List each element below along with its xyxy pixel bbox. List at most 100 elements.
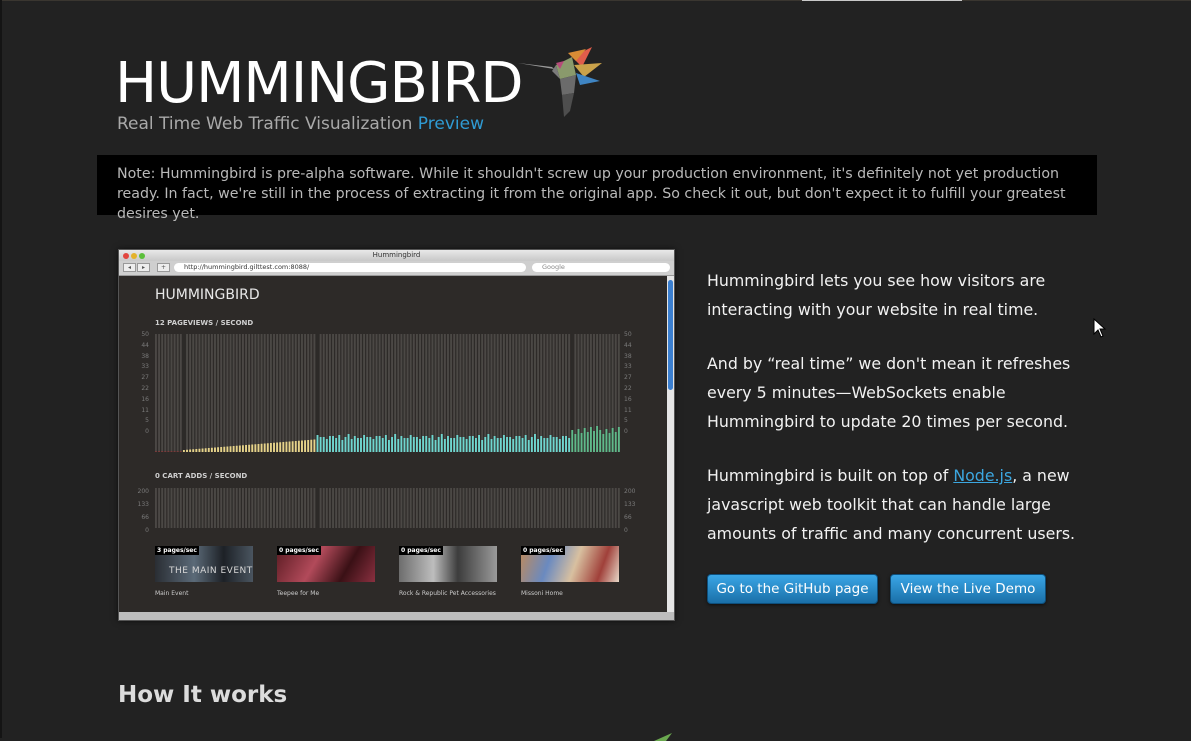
pageviews-bar <box>356 438 359 452</box>
cart-track <box>372 488 375 528</box>
pageviews-track <box>363 334 366 452</box>
pageviews-tick-label: 11 <box>141 406 149 414</box>
pageviews-bar <box>341 440 344 452</box>
cart-track <box>493 488 496 528</box>
pageviews-bar <box>490 439 493 452</box>
app-view: HUMMINGBIRD 12 PAGEVIEWS / SECOND 50 44 38… <box>119 276 667 620</box>
cart-track <box>586 488 589 528</box>
cart-track <box>474 488 477 528</box>
product-image: 0 pages/sec <box>277 546 375 582</box>
pageviews-bar <box>297 440 300 452</box>
pageviews-bar <box>474 438 477 452</box>
cart-track <box>388 488 390 528</box>
app-title: HUMMINGBIRD <box>155 287 260 303</box>
pageviews-tick-label: 50 <box>141 331 149 338</box>
cart-track <box>549 488 552 528</box>
pageviews-bar <box>223 446 226 452</box>
pageviews-bar <box>158 451 161 452</box>
product-card: 0 pages/sec Teepee for Me <box>277 546 375 597</box>
live-demo-button[interactable]: View the Live Demo <box>890 574 1046 604</box>
nodejs-link[interactable]: Node.js <box>953 466 1012 485</box>
pageviews-bar <box>350 439 353 452</box>
cart-track <box>397 488 400 528</box>
pageviews-bar <box>344 437 347 452</box>
pageviews-bar <box>260 443 263 452</box>
pageviews-track <box>490 334 493 452</box>
close-dot-icon <box>123 253 129 259</box>
pageviews-bar <box>574 434 577 452</box>
pageviews-bar <box>279 442 282 452</box>
cart-tick-label: 0 <box>145 527 149 534</box>
pageviews-bar <box>537 439 540 452</box>
pageviews-bar <box>257 444 260 452</box>
cart-track <box>266 488 269 528</box>
cart-track <box>214 488 216 528</box>
pageviews-track <box>251 334 254 452</box>
cart-track <box>617 488 620 528</box>
cart-track <box>328 488 331 528</box>
cart-track <box>195 488 198 528</box>
cart-axis-right: 200 133 66 0 <box>624 485 642 537</box>
cart-track <box>471 488 474 528</box>
pageviews-track <box>515 334 518 452</box>
cart-track <box>282 488 285 528</box>
pageviews-track <box>285 334 288 452</box>
pageviews-track <box>409 334 412 452</box>
pageviews-track <box>493 334 496 452</box>
pageviews-bar <box>238 445 241 452</box>
pageviews-bar <box>555 437 558 452</box>
cart-tick-label: 66 <box>624 514 632 521</box>
product-card: 0 pages/sec Rock & Republic Pet Accessori… <box>399 546 497 597</box>
pageviews-track <box>543 334 546 452</box>
cart-track <box>496 488 499 528</box>
cart-track <box>335 488 338 528</box>
pageviews-bar <box>214 447 216 452</box>
pageviews-track <box>214 334 216 452</box>
cart-track <box>350 488 353 528</box>
cart-track <box>434 488 437 528</box>
pageviews-bar <box>316 435 319 452</box>
cart-track <box>170 488 173 528</box>
pageviews-bar <box>617 427 620 452</box>
pageviews-bar <box>391 437 394 452</box>
pageviews-bar <box>276 442 279 452</box>
pageviews-bar <box>471 436 474 452</box>
pageviews-track <box>403 334 406 452</box>
url-field: http://hummingbird.gilttest.com:8088/ <box>174 263 526 272</box>
pageviews-track <box>372 334 375 452</box>
cart-track <box>238 488 241 528</box>
cart-track <box>347 488 350 528</box>
pageviews-bar <box>524 435 527 452</box>
pageviews-bar <box>384 435 387 452</box>
cart-track <box>273 488 275 528</box>
cart-track <box>164 488 167 528</box>
pageviews-bar <box>335 438 338 452</box>
pageviews-track <box>384 334 387 452</box>
cart-track <box>366 488 369 528</box>
pageviews-bar <box>397 439 400 452</box>
cart-track <box>543 488 546 528</box>
pageviews-bar <box>176 451 179 452</box>
cart-track <box>614 488 617 528</box>
cart-track <box>251 488 254 528</box>
pageviews-bar <box>509 437 512 452</box>
pageviews-bar <box>496 438 499 452</box>
pageviews-bar <box>456 435 459 452</box>
pageviews-bar <box>347 434 350 452</box>
cart-track <box>521 488 524 528</box>
pageviews-bar <box>499 438 502 452</box>
cart-track <box>322 488 325 528</box>
product-image: 0 pages/sec <box>399 546 497 582</box>
cart-track <box>248 488 251 528</box>
pageviews-track <box>322 334 325 452</box>
pageviews-track <box>276 334 279 452</box>
cart-track <box>207 488 210 528</box>
github-button[interactable]: Go to the GitHub page <box>707 574 878 604</box>
pageviews-bar <box>478 435 480 452</box>
pageviews-bar <box>428 438 431 452</box>
pageviews-track <box>509 334 512 452</box>
cart-track <box>310 488 313 528</box>
pageviews-bar <box>226 446 229 452</box>
pageviews-track <box>210 334 213 452</box>
cart-track <box>506 488 508 528</box>
